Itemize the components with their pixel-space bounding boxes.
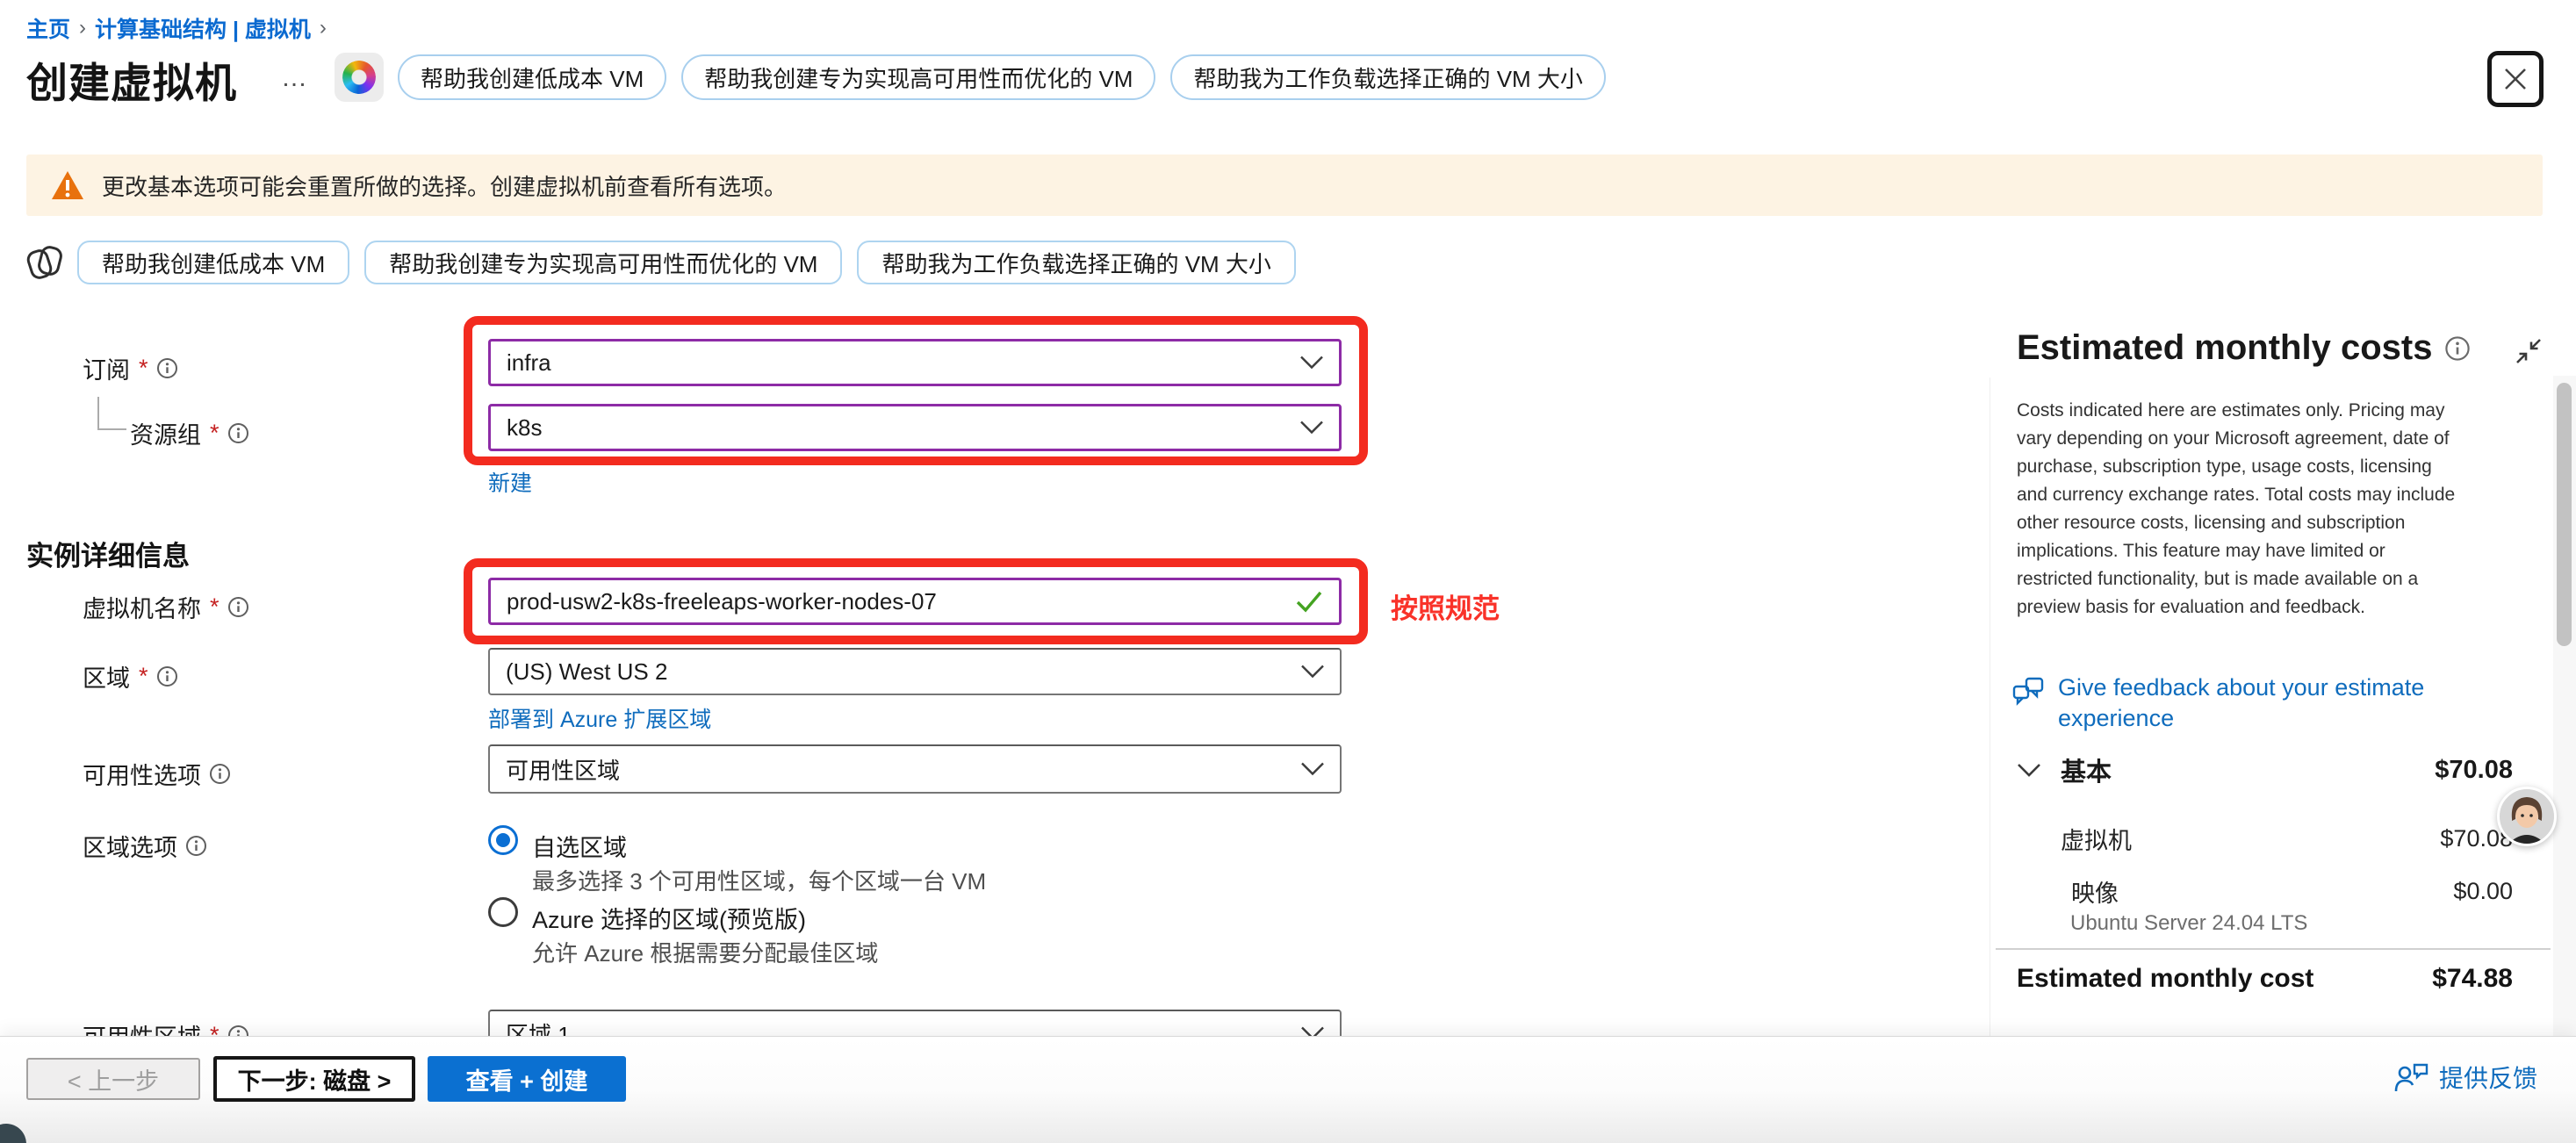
edge-zone-link[interactable]: 部署到 Azure 扩展区域: [488, 702, 711, 734]
copilot-suggestions-inline: 帮助我创建低成本 VM 帮助我创建专为实现高可用性而优化的 VM 帮助我为工作负…: [77, 241, 1296, 284]
valid-check-icon: [1295, 590, 1323, 613]
breadcrumb-home[interactable]: 主页: [26, 12, 70, 44]
required-asterisk: *: [139, 355, 148, 382]
instance-details-heading: 实例详细信息: [26, 534, 190, 573]
person-feedback-icon: [2393, 1061, 2428, 1093]
resource-group-dropdown[interactable]: k8s: [488, 404, 1342, 451]
review-create-button[interactable]: 查看 + 创建: [428, 1056, 626, 1102]
create-vm-page: 主页 › 计算基础结构 | 虚拟机 › 创建虚拟机 … 帮助我创建低成本 VM …: [0, 0, 2576, 1143]
chevron-down-icon: [1300, 356, 1323, 370]
chevron-down-icon: [2017, 762, 2041, 778]
chevron-down-icon: [1301, 763, 1324, 776]
suggestion-high-availability-vm-2[interactable]: 帮助我创建专为实现高可用性而优化的 VM: [364, 241, 842, 284]
cost-panel-description: Costs indicated here are estimates only.…: [2017, 397, 2460, 622]
cost-item-subtitle: Ubuntu Server 24.04 LTS: [2070, 911, 2307, 936]
cost-group-name: 基本: [2061, 751, 2112, 788]
cost-total-label: Estimated monthly cost: [2017, 964, 2313, 994]
cost-panel-title: Estimated monthly costs: [2017, 328, 2432, 368]
estimate-feedback-link[interactable]: Give feedback about your estimate experi…: [2011, 672, 2453, 734]
tree-connector: [97, 428, 126, 430]
radio-azure-selected-zones[interactable]: [488, 897, 518, 927]
radio-self-select-zones-description: 最多选择 3 个可用性区域，每个区域一台 VM: [532, 864, 986, 896]
copilot-icon: [339, 57, 380, 98]
copilot-button[interactable]: [335, 53, 384, 102]
give-feedback-text: 提供反馈: [2439, 1060, 2537, 1095]
info-icon[interactable]: [227, 422, 249, 444]
avatar-image: [2500, 789, 2554, 844]
cost-item-amount: $0.00: [2453, 878, 2513, 905]
required-asterisk: *: [210, 593, 219, 621]
chevron-down-icon: [1300, 421, 1323, 435]
required-asterisk: *: [139, 663, 148, 690]
copilot-outline-icon: [23, 241, 67, 284]
radio-self-select-zones-label: 自选区域: [532, 829, 627, 863]
tree-connector: [97, 397, 99, 429]
suggestion-right-vm-size-2[interactable]: 帮助我为工作负载选择正确的 VM 大小: [857, 241, 1295, 284]
subscription-dropdown[interactable]: infra: [488, 339, 1342, 386]
breadcrumb-compute-vm[interactable]: 计算基础结构 | 虚拟机: [95, 12, 311, 44]
suggestion-high-availability-vm[interactable]: 帮助我创建专为实现高可用性而优化的 VM: [681, 54, 1155, 100]
cost-item-row-image: 映像 $0.00: [2017, 874, 2513, 909]
scrollbar-track[interactable]: [2553, 376, 2576, 1036]
cost-item-name: 虚拟机: [2061, 822, 2132, 856]
info-icon[interactable]: [227, 596, 249, 618]
scrollbar-thumb[interactable]: [2557, 383, 2572, 646]
wizard-footer: < 上一步 下一步: 磁盘 > 查看 + 创建 提供反馈: [0, 1036, 2576, 1143]
cost-panel-header: Estimated monthly costs: [2017, 328, 2471, 368]
close-icon: [2502, 66, 2529, 92]
zone-options-label: 区域选项: [83, 829, 207, 863]
copilot-suggestions-header: 帮助我创建低成本 VM 帮助我创建专为实现高可用性而优化的 VM 帮助我为工作负…: [398, 54, 1606, 100]
cost-total-amount: $74.88: [2432, 964, 2513, 994]
radio-self-select-zones[interactable]: [488, 825, 518, 855]
cost-item-name: 映像: [2071, 874, 2119, 909]
suggestion-right-vm-size[interactable]: 帮助我为工作负载选择正确的 VM 大小: [1170, 54, 1605, 100]
subscription-label: 订阅 *: [83, 351, 178, 385]
vm-name-input[interactable]: prod-usw2-k8s-freeleaps-worker-nodes-07: [488, 578, 1342, 625]
cost-group-row[interactable]: 基本 $70.08: [2017, 751, 2513, 788]
give-feedback-link[interactable]: 提供反馈: [2393, 1060, 2537, 1095]
suggestion-low-cost-vm-2[interactable]: 帮助我创建低成本 VM: [77, 241, 349, 284]
radio-azure-selected-zones-description: 允许 Azure 根据需要分配最佳区域: [532, 936, 878, 968]
region-label: 区域 *: [83, 659, 178, 694]
cost-total-row: Estimated monthly cost $74.88: [2017, 964, 2513, 994]
info-icon[interactable]: [156, 357, 178, 379]
warning-icon: [51, 170, 84, 200]
warning-banner: 更改基本选项可能会重置所做的选择。创建虚拟机前查看所有选项。: [26, 155, 2543, 216]
required-asterisk: *: [210, 420, 219, 447]
assistant-avatar[interactable]: [2497, 787, 2557, 846]
create-new-link[interactable]: 新建: [488, 466, 532, 498]
region-dropdown[interactable]: (US) West US 2: [488, 648, 1342, 695]
chevron-down-icon: [1301, 665, 1324, 679]
info-icon[interactable]: [2444, 335, 2471, 362]
cost-group-amount: $70.08: [2435, 756, 2513, 785]
more-options-icon[interactable]: …: [281, 63, 310, 93]
info-icon[interactable]: [209, 763, 231, 785]
cost-total-divider: [1996, 948, 2551, 950]
radio-azure-selected-zones-label: Azure 选择的区域(预览版): [532, 901, 806, 935]
estimate-feedback-text: Give feedback about your estimate experi…: [2058, 672, 2453, 734]
collapse-panel-icon[interactable]: [2513, 335, 2544, 367]
suggestion-low-cost-vm[interactable]: 帮助我创建低成本 VM: [398, 54, 666, 100]
warning-banner-text: 更改基本选项可能会重置所做的选择。创建虚拟机前查看所有选项。: [102, 169, 787, 202]
feedback-bubbles-icon: [2011, 672, 2047, 709]
annotation-text: 按照规范: [1391, 586, 1500, 626]
resource-group-label: 资源组 *: [130, 416, 249, 450]
cost-item-row-vm: 虚拟机 $70.08: [2017, 822, 2513, 856]
page-title: 创建虚拟机: [26, 49, 237, 110]
previous-step-button[interactable]: < 上一步: [26, 1058, 200, 1100]
breadcrumb-separator: ›: [320, 16, 327, 40]
breadcrumb-separator: ›: [79, 16, 86, 40]
breadcrumb: 主页 › 计算基础结构 | 虚拟机 ›: [26, 12, 327, 44]
next-step-disks-button[interactable]: 下一步: 磁盘 >: [213, 1056, 415, 1102]
vm-name-label: 虚拟机名称 *: [83, 590, 249, 624]
close-button[interactable]: [2487, 51, 2544, 107]
info-icon[interactable]: [156, 665, 178, 687]
info-icon[interactable]: [185, 835, 207, 857]
availability-options-dropdown[interactable]: 可用性区域: [488, 744, 1342, 794]
availability-options-label: 可用性选项: [83, 757, 231, 791]
